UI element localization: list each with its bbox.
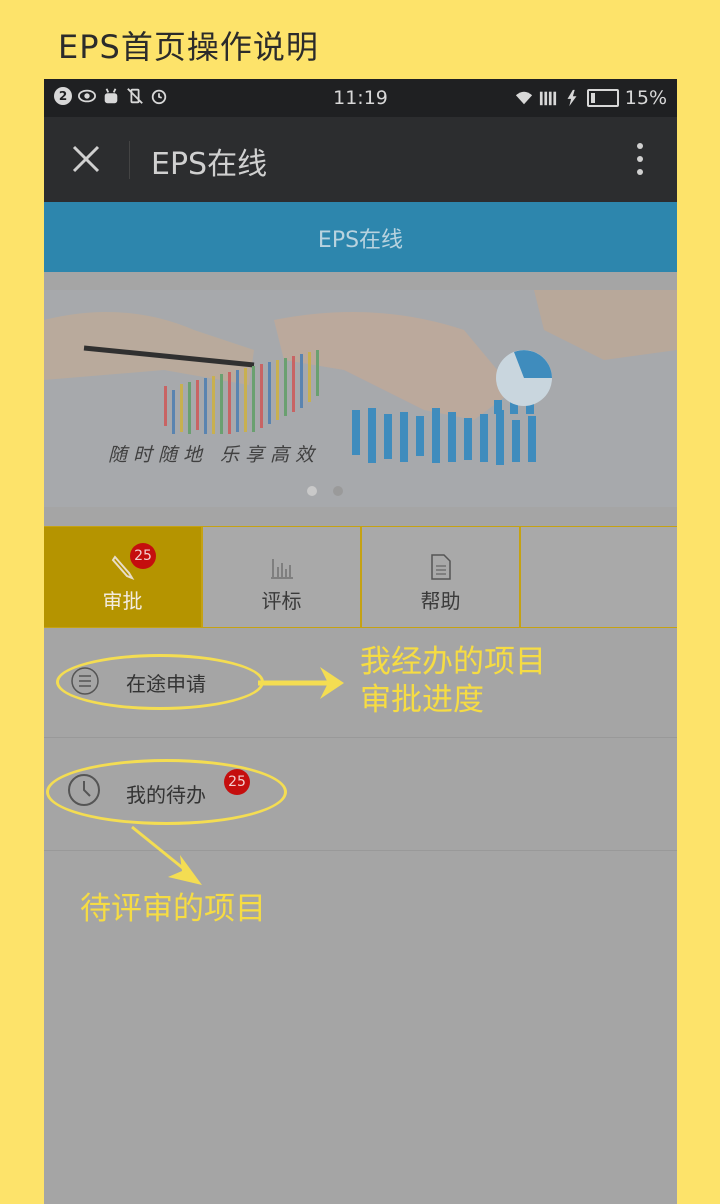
page-header-title: EPS在线 xyxy=(317,228,404,253)
tab-bidding-label: 评标 xyxy=(261,589,302,613)
annotation-in-progress-line1: 我经办的项目 xyxy=(360,644,546,680)
battery-level: 15% xyxy=(624,87,667,109)
charging-icon xyxy=(567,89,577,107)
carousel-dot-active[interactable] xyxy=(307,486,317,496)
highlight-oval-in-progress xyxy=(56,654,264,710)
app-bar-divider xyxy=(129,141,130,179)
wifi-icon xyxy=(515,91,532,105)
tab-help-label: 帮助 xyxy=(420,589,461,613)
page-title: EPS首页操作说明 xyxy=(58,28,319,66)
tab-bidding[interactable]: 评标 xyxy=(203,527,362,627)
tab-approval-badge: 25 xyxy=(130,543,156,569)
annotation-in-progress-line2: 审批进度 xyxy=(360,682,484,718)
app-bar: EPS在线 xyxy=(44,117,677,202)
tab-bar: 25 审批 评标 帮助 xyxy=(44,526,677,628)
phone-screenshot: 2 11:19 15% EPS在线 EPS在线 随时随地 乐享高效 25 审批 … xyxy=(44,79,677,1204)
arrow-head-todo xyxy=(168,855,202,885)
close-icon[interactable] xyxy=(68,141,104,177)
annotation-todo: 待评审的项目 xyxy=(80,891,266,927)
battery-icon xyxy=(586,89,619,107)
page-header-bar: EPS在线 xyxy=(44,202,677,272)
app-bar-title: EPS在线 xyxy=(151,147,268,182)
status-bar: 2 11:19 15% xyxy=(44,79,677,117)
tab-approval-label: 审批 xyxy=(102,589,143,613)
tab-empty[interactable] xyxy=(521,527,677,627)
tab-help[interactable]: 帮助 xyxy=(362,527,521,627)
banner-carousel[interactable]: 随时随地 乐享高效 xyxy=(44,290,677,507)
banner-caption: 随时随地 乐享高效 xyxy=(108,444,321,466)
banner-pie-chart xyxy=(496,350,552,406)
highlight-oval-my-todo xyxy=(46,759,287,825)
signal-icon xyxy=(539,91,556,106)
bar-chart-icon xyxy=(270,559,293,579)
carousel-dot[interactable] xyxy=(333,486,343,496)
banner-image xyxy=(44,290,677,507)
tab-approval[interactable]: 25 审批 xyxy=(44,527,203,627)
more-options-icon[interactable] xyxy=(637,143,643,179)
document-icon xyxy=(430,554,451,580)
